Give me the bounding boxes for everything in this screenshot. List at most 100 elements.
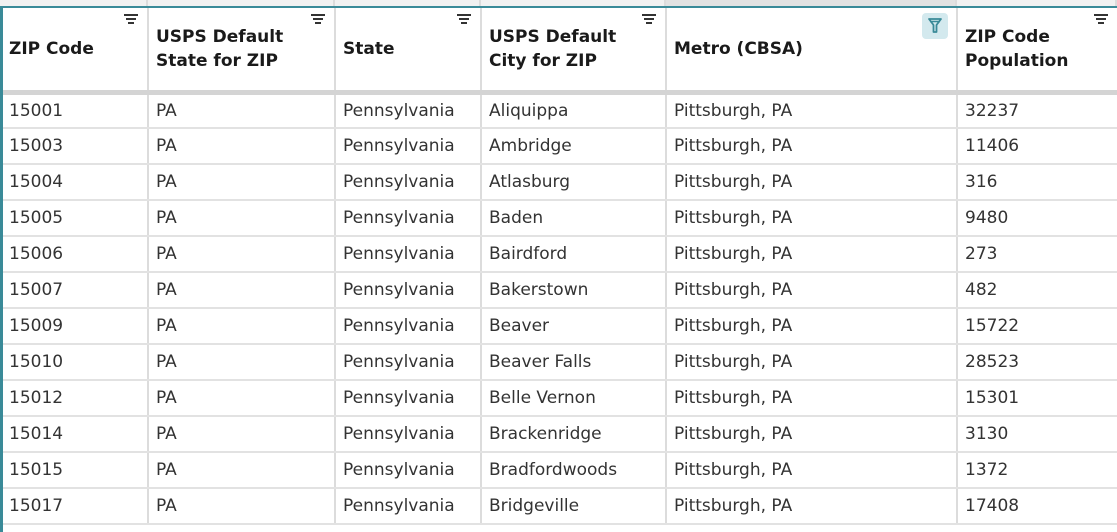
table-row[interactable]: 15009 PA Pennsylvania Beaver Pittsburgh, PA 1… <box>3 308 1117 345</box>
state-cell[interactable]: Pennsylvania <box>335 272 482 309</box>
column-header-metro-cbsa[interactable]: Metro (CBSA) <box>666 8 958 95</box>
column-filter-menu-icon[interactable] <box>641 14 657 28</box>
usps-city-cell[interactable]: Bradfordwoods <box>481 452 667 489</box>
population-cell[interactable]: 28523 <box>957 344 1117 381</box>
state-cell[interactable]: Pennsylvania <box>335 416 482 453</box>
column-header-label: USPS Default City for ZIP <box>489 26 617 71</box>
population-cell[interactable]: 9480 <box>957 200 1117 237</box>
usps-state-cell[interactable]: PA <box>148 308 336 345</box>
zip-table: ZIP Code USPS Default State for ZIP State U… <box>3 8 1117 525</box>
state-cell[interactable]: Pennsylvania <box>335 308 482 345</box>
zip-code-cell[interactable]: 15004 <box>3 164 149 201</box>
population-cell[interactable]: 17408 <box>957 488 1117 525</box>
zip-code-cell[interactable]: 15017 <box>3 488 149 525</box>
table-row[interactable]: 15004 PA Pennsylvania Atlasburg Pittsburgh, … <box>3 164 1117 201</box>
usps-state-cell[interactable]: PA <box>148 416 336 453</box>
column-header-usps-default-state-for-zip[interactable]: USPS Default State for ZIP <box>148 8 336 95</box>
table-row[interactable]: 15012 PA Pennsylvania Belle Vernon Pittsburg… <box>3 380 1117 417</box>
state-cell[interactable]: Pennsylvania <box>335 452 482 489</box>
usps-city-cell[interactable]: Bairdford <box>481 236 667 273</box>
metro-cell[interactable]: Pittsburgh, PA <box>666 344 958 381</box>
state-cell[interactable]: Pennsylvania <box>335 200 482 237</box>
table-row[interactable]: 15010 PA Pennsylvania Beaver Falls Pittsburg… <box>3 344 1117 381</box>
state-cell[interactable]: Pennsylvania <box>335 344 482 381</box>
metro-cell[interactable]: Pittsburgh, PA <box>666 452 958 489</box>
state-cell[interactable]: Pennsylvania <box>335 164 482 201</box>
state-cell[interactable]: Pennsylvania <box>335 488 482 525</box>
usps-state-cell[interactable]: PA <box>148 452 336 489</box>
population-cell[interactable]: 273 <box>957 236 1117 273</box>
column-filter-menu-icon[interactable] <box>123 14 139 28</box>
usps-state-cell[interactable]: PA <box>148 380 336 417</box>
state-cell[interactable]: Pennsylvania <box>335 380 482 417</box>
zip-code-cell[interactable]: 15010 <box>3 344 149 381</box>
population-cell[interactable]: 3130 <box>957 416 1117 453</box>
usps-city-cell[interactable]: Baden <box>481 200 667 237</box>
metro-cell[interactable]: Pittsburgh, PA <box>666 308 958 345</box>
state-cell[interactable]: Pennsylvania <box>335 92 482 129</box>
usps-city-cell[interactable]: Belle Vernon <box>481 380 667 417</box>
column-header-state[interactable]: State <box>335 8 482 95</box>
table-row[interactable]: 15015 PA Pennsylvania Bradfordwoods Pittsbur… <box>3 452 1117 489</box>
column-filter-menu-icon[interactable] <box>1093 14 1109 28</box>
population-cell[interactable]: 15722 <box>957 308 1117 345</box>
table-row[interactable]: 15017 PA Pennsylvania Bridgeville Pittsburgh… <box>3 488 1117 525</box>
zip-code-cell[interactable]: 15006 <box>3 236 149 273</box>
column-header-usps-default-city-for-zip[interactable]: USPS Default City for ZIP <box>481 8 667 95</box>
population-cell[interactable]: 1372 <box>957 452 1117 489</box>
usps-city-cell[interactable]: Beaver <box>481 308 667 345</box>
usps-state-cell[interactable]: PA <box>148 164 336 201</box>
metro-cell[interactable]: Pittsburgh, PA <box>666 488 958 525</box>
metro-cell[interactable]: Pittsburgh, PA <box>666 92 958 129</box>
population-cell[interactable]: 32237 <box>957 92 1117 129</box>
metro-cell[interactable]: Pittsburgh, PA <box>666 236 958 273</box>
usps-state-cell[interactable]: PA <box>148 236 336 273</box>
state-cell[interactable]: Pennsylvania <box>335 236 482 273</box>
column-filter-menu-icon[interactable] <box>310 14 326 28</box>
table-row[interactable]: 15014 PA Pennsylvania Brackenridge Pittsburg… <box>3 416 1117 453</box>
zip-code-cell[interactable]: 15014 <box>3 416 149 453</box>
zip-code-cell[interactable]: 15012 <box>3 380 149 417</box>
zip-code-cell[interactable]: 15001 <box>3 92 149 129</box>
population-cell[interactable]: 11406 <box>957 128 1117 165</box>
usps-city-cell[interactable]: Bridgeville <box>481 488 667 525</box>
usps-state-cell[interactable]: PA <box>148 128 336 165</box>
table-row[interactable]: 15001 PA Pennsylvania Aliquippa Pittsburgh, … <box>3 92 1117 129</box>
state-cell[interactable]: Pennsylvania <box>335 128 482 165</box>
table-row[interactable]: 15007 PA Pennsylvania Bakerstown Pittsburgh,… <box>3 272 1117 309</box>
table-row[interactable]: 15006 PA Pennsylvania Bairdford Pittsburgh, … <box>3 236 1117 273</box>
usps-state-cell[interactable]: PA <box>148 488 336 525</box>
usps-state-cell[interactable]: PA <box>148 344 336 381</box>
metro-cell[interactable]: Pittsburgh, PA <box>666 128 958 165</box>
metro-cell[interactable]: Pittsburgh, PA <box>666 164 958 201</box>
metro-cell[interactable]: Pittsburgh, PA <box>666 380 958 417</box>
column-header-label: ZIP Code Population <box>965 26 1069 71</box>
metro-cell[interactable]: Pittsburgh, PA <box>666 200 958 237</box>
zip-code-cell[interactable]: 15003 <box>3 128 149 165</box>
column-header-zip-code[interactable]: ZIP Code <box>3 8 149 95</box>
usps-state-cell[interactable]: PA <box>148 92 336 129</box>
zip-code-cell[interactable]: 15007 <box>3 272 149 309</box>
usps-city-cell[interactable]: Bakerstown <box>481 272 667 309</box>
usps-city-cell[interactable]: Brackenridge <box>481 416 667 453</box>
metro-cell[interactable]: Pittsburgh, PA <box>666 272 958 309</box>
zip-code-cell[interactable]: 15005 <box>3 200 149 237</box>
usps-city-cell[interactable]: Beaver Falls <box>481 344 667 381</box>
usps-state-cell[interactable]: PA <box>148 200 336 237</box>
metro-cell[interactable]: Pittsburgh, PA <box>666 416 958 453</box>
column-filter-menu-icon[interactable] <box>456 14 472 28</box>
usps-state-cell[interactable]: PA <box>148 272 336 309</box>
table-row[interactable]: 15003 PA Pennsylvania Ambridge Pittsburgh, P… <box>3 128 1117 165</box>
column-header-label: Metro (CBSA) <box>674 38 803 59</box>
column-header-zip-code-population[interactable]: ZIP Code Population <box>957 8 1117 95</box>
population-cell[interactable]: 316 <box>957 164 1117 201</box>
zip-code-cell[interactable]: 15009 <box>3 308 149 345</box>
usps-city-cell[interactable]: Ambridge <box>481 128 667 165</box>
population-cell[interactable]: 15301 <box>957 380 1117 417</box>
table-row[interactable]: 15005 PA Pennsylvania Baden Pittsburgh, PA 94… <box>3 200 1117 237</box>
usps-city-cell[interactable]: Aliquippa <box>481 92 667 129</box>
population-cell[interactable]: 482 <box>957 272 1117 309</box>
active-filter-funnel-icon[interactable] <box>922 13 948 39</box>
usps-city-cell[interactable]: Atlasburg <box>481 164 667 201</box>
zip-code-cell[interactable]: 15015 <box>3 452 149 489</box>
